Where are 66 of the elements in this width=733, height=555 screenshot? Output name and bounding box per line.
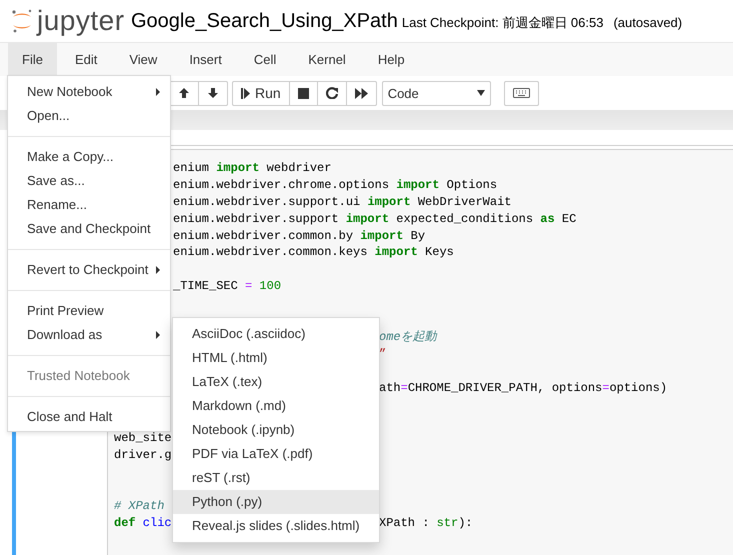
autosave-status: (autosaved) (613, 15, 682, 30)
code-line: driver.g (114, 447, 172, 464)
menu-item[interactable]: Save and Checkpoint (8, 217, 170, 241)
code-line: enium.webdriver.support.ui import WebDriverWait (173, 194, 512, 211)
menu-item[interactable]: Python (.py) (173, 490, 379, 514)
stop-icon (298, 88, 309, 98)
keyboard-icon (512, 88, 530, 98)
arrow-down-icon (207, 87, 219, 99)
code-line: enium.webdriver.chrome.options import Options (173, 176, 498, 194)
menu-item[interactable]: Cell (240, 43, 290, 76)
menu-item[interactable]: File (8, 43, 57, 76)
code-line: enium.webdriver.common.by import By (173, 228, 426, 244)
run-button[interactable]: Run (232, 80, 290, 106)
menu-item[interactable]: Edit (60, 43, 112, 76)
fast-forward-icon (354, 88, 368, 98)
logo-text: jupyter (37, 6, 125, 36)
code-line: web_site (114, 430, 172, 448)
code-line: ath=CHROME_DRIVER_PATH, options=options) (379, 380, 668, 396)
menu-item[interactable]: Print Preview (8, 299, 170, 323)
code-line: XPath : str): (379, 514, 473, 532)
notebook-name[interactable]: Google_Search_Using_XPath (131, 10, 398, 32)
jupyter-logo-icon (10, 8, 34, 34)
submenu-arrow-icon (156, 88, 160, 96)
menu-item[interactable]: Save as... (8, 169, 170, 193)
arrow-up-icon (178, 87, 190, 99)
menu-item[interactable]: Close and Halt (8, 405, 170, 429)
submenu-arrow-icon (156, 331, 160, 339)
code-line: enium import webdriver (173, 160, 332, 177)
code-line: def clic (114, 514, 172, 532)
menu-item[interactable]: Reveal.js slides (.slides.html) (173, 514, 379, 538)
code-line: ” (379, 346, 386, 363)
menu-item[interactable]: Insert (175, 43, 236, 76)
fast-forward-button[interactable] (346, 80, 377, 106)
menu-item[interactable]: Open... (8, 104, 170, 128)
menu-item[interactable]: Download as (8, 323, 170, 347)
menu-item[interactable]: Notebook (.ipynb) (173, 418, 379, 442)
menu-item[interactable]: LaTeX (.tex) (173, 370, 379, 394)
restart-icon (326, 87, 338, 99)
keyboard-button[interactable] (504, 80, 539, 106)
step-forward-icon (241, 88, 250, 98)
cell-type-dropdown[interactable]: Code (382, 80, 491, 106)
checkpoint-status: Last Checkpoint: 前週金曜日 06:53 (402, 14, 604, 32)
code-line: omeを起動 (379, 328, 437, 346)
menu-item[interactable]: Markdown (.md) (173, 394, 379, 418)
caret-icon (476, 90, 485, 96)
code-line: # XPath (114, 498, 164, 515)
menu-item[interactable]: Kernel (294, 43, 360, 76)
menu-item: Trusted Notebook (26, 367, 131, 385)
menu-item[interactable]: Revert to Checkpoint (8, 258, 170, 282)
code-line: enium.webdriver.support import expected_conditions as EC (173, 210, 576, 228)
menu-item[interactable]: View (115, 43, 172, 76)
menu-item[interactable]: HTML (.html) (173, 346, 379, 370)
menu-item[interactable]: reST (.rst) (173, 466, 379, 490)
menu-item[interactable]: Make a Copy... (8, 145, 170, 169)
menu-item[interactable]: New Notebook (8, 80, 170, 104)
code-line: _TIME_SEC = 100 (173, 278, 282, 296)
arrow-up-button[interactable] (169, 80, 199, 106)
menu-item[interactable]: Rename... (8, 193, 170, 217)
restart-button[interactable] (316, 80, 347, 106)
menu-item[interactable]: PDF via LaTeX (.pdf) (173, 442, 379, 466)
menu-item[interactable]: AsciiDoc (.asciidoc) (173, 322, 379, 346)
code-line: enium.webdriver.common.keys import Keys (173, 244, 454, 262)
submenu-arrow-icon (156, 266, 160, 274)
arrow-down-button[interactable] (198, 80, 228, 106)
menu-item[interactable]: Help (364, 43, 419, 76)
stop-button[interactable] (288, 80, 318, 106)
